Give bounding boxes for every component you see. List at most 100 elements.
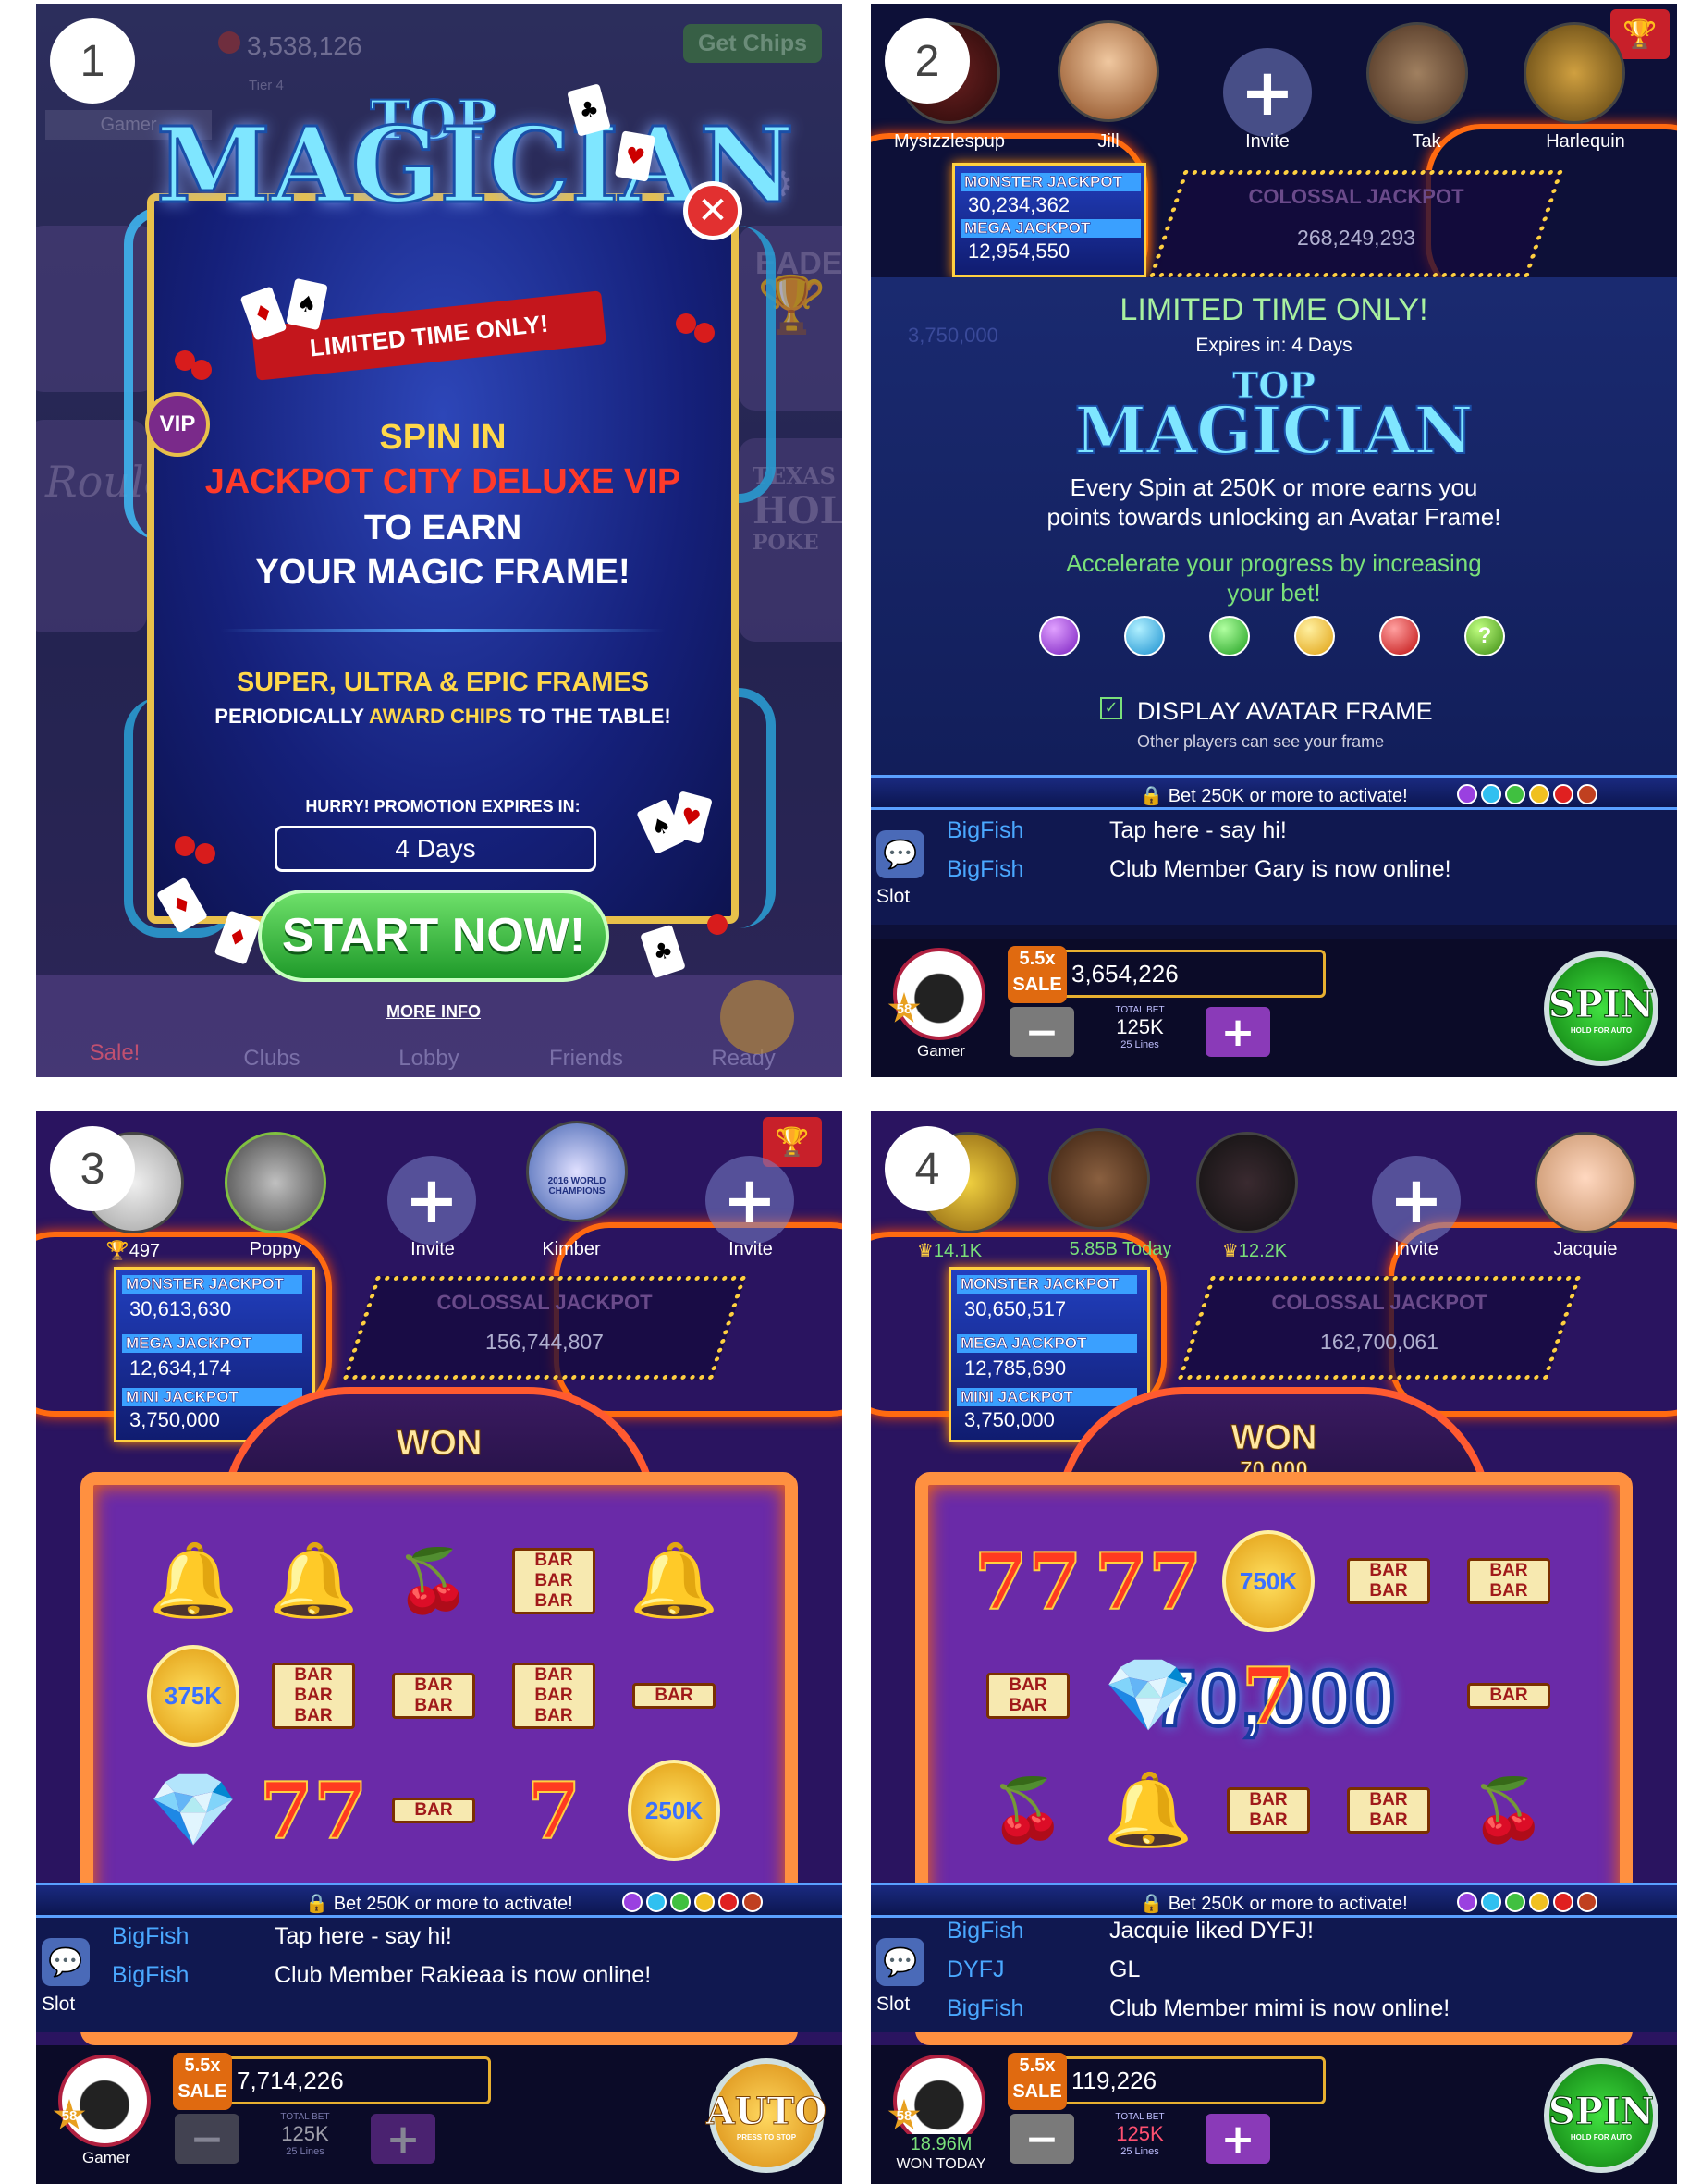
sale-badge[interactable]: 5.5x SALE <box>1008 2053 1067 2110</box>
invite-label[interactable]: Invite <box>1347 1239 1486 1260</box>
activate-bar: 🔒 Bet 250K or more to activate! <box>871 775 1677 810</box>
reel-symbol-text: BAR <box>392 1798 475 1823</box>
sale-badge[interactable]: 5.5x SALE <box>173 2053 232 2110</box>
reel-symbol-text: 7 <box>526 1764 581 1858</box>
gem-icon <box>1505 1892 1525 1912</box>
chat-bubble-icon[interactable]: 💬 <box>42 1938 90 1986</box>
reel-symbol-bar: BAR BAR <box>387 1650 480 1742</box>
reel-symbol-bar: BAR <box>387 1764 480 1857</box>
reel-symbol-text: BAR BAR <box>986 1673 1070 1719</box>
player-avatar[interactable] <box>1524 22 1625 124</box>
reel-symbol-seven: 77 <box>973 1535 1083 1628</box>
close-icon[interactable]: ✕ <box>683 181 742 240</box>
gem-icon <box>1529 1892 1549 1912</box>
player-avatar[interactable] <box>1366 22 1468 124</box>
my-avatar[interactable] <box>58 2055 151 2147</box>
cherry-decoration <box>175 836 195 856</box>
sale-badge[interactable]: 5.5x SALE <box>1008 946 1067 1003</box>
total-bet-value: 125K <box>1116 1015 1164 1038</box>
nav-clubs[interactable]: Clubs <box>193 1046 350 1072</box>
sale-mult: 5.5x <box>184 2055 221 2076</box>
spin-label: SPIN <box>1548 2090 1655 2134</box>
bet-decrease-button[interactable]: − <box>175 2114 239 2164</box>
trophy-count: 497 <box>129 1241 161 1261</box>
invite-plus-icon[interactable]: + <box>705 1156 794 1245</box>
cherry-decoration <box>191 360 212 380</box>
player-avatar[interactable] <box>1196 1132 1298 1233</box>
award-line-c: TO THE TABLE! <box>512 705 671 728</box>
chat-message: GL <box>1109 1957 1141 1982</box>
player-trophies: 🏆497 <box>105 1241 161 1261</box>
nav-friends[interactable]: Friends <box>508 1046 665 1072</box>
accelerate-line-2: your bet! <box>1227 579 1321 607</box>
reel-symbol-text: 77 <box>259 1764 369 1858</box>
display-frame-checkbox[interactable]: ✓ <box>1100 697 1122 719</box>
reel-symbol-text: BAR <box>1467 1683 1550 1709</box>
reel-symbol-bar: BAR BAR BAR <box>508 1650 600 1742</box>
player-avatar[interactable] <box>225 1132 326 1233</box>
bet-increase-button[interactable]: + <box>1206 1007 1270 1057</box>
invite-plus-icon[interactable]: + <box>1223 48 1312 137</box>
total-bet-label: TOTAL BET <box>1115 1005 1165 1015</box>
promo-line-2: JACKPOT CITY DELUXE VIP <box>204 462 681 501</box>
bet-decrease-button[interactable]: − <box>1010 2114 1074 2164</box>
player-today-value: 5.85B Today <box>1069 1239 1172 1259</box>
bottom-control-bar: 58 Gamer 7,714,226 5.5x SALE − TOTAL BET 1… <box>36 2045 842 2184</box>
trophy-icon[interactable]: 🏆 <box>763 1117 822 1167</box>
chat-panel[interactable]: 💬 Slot BigFish Tap here - say hi! BigFis… <box>871 810 1677 925</box>
spin-button[interactable]: SPIN HOLD FOR AUTO <box>1544 2058 1658 2173</box>
chat-panel[interactable]: 💬 Slot BigFish Tap here - say hi! BigFis… <box>36 1918 842 2032</box>
chat-bubble-icon[interactable]: 💬 <box>876 1938 924 1986</box>
panel-3-slot-reels: 3 🏆 + 2016 WORLD CHAMPIONS + 🏆497 Poppy … <box>36 1111 842 2184</box>
reel-symbol-bar: BAR BAR <box>1222 1764 1315 1857</box>
bet-increase-button[interactable]: + <box>1206 2114 1270 2164</box>
chat-message: Tap here - say hi! <box>275 1923 452 1949</box>
chat-panel[interactable]: 💬 Slot BigFish Jacquie liked DYFJ! DYFJ … <box>871 1918 1677 2032</box>
bet-decrease-button[interactable]: − <box>1010 1007 1074 1057</box>
reel-symbol-text: BAR BAR <box>1347 1558 1430 1604</box>
my-avatar[interactable] <box>893 948 985 1040</box>
player-avatar[interactable] <box>1535 1132 1636 1233</box>
invite-plus-icon[interactable]: + <box>1372 1156 1461 1245</box>
player-avatar[interactable] <box>526 1121 628 1222</box>
chat-name: BigFish <box>947 856 1024 882</box>
invite-label[interactable]: Invite <box>363 1239 502 1260</box>
player-name: Jacquie <box>1553 1239 1618 1259</box>
nav-sale[interactable]: Sale! <box>36 1040 193 1066</box>
total-bet-value: 125K <box>1116 2122 1164 2145</box>
cherry-decoration <box>195 843 215 864</box>
more-info-link[interactable]: MORE INFO <box>341 1002 526 1022</box>
bet-increase-button[interactable]: + <box>371 2114 435 2164</box>
invite-label[interactable]: Invite <box>681 1239 820 1260</box>
chip-balance: 3,654,226 <box>1045 950 1326 998</box>
my-avatar[interactable] <box>893 2055 985 2147</box>
player-name: Jill <box>1097 131 1120 152</box>
crown-icon: ♛ <box>916 1241 934 1261</box>
colossal-jackpot-value: 268,249,293 <box>1297 226 1415 250</box>
chat-bubble-icon[interactable]: 💬 <box>876 830 924 878</box>
mega-jackpot-label: MEGA JACKPOT <box>957 1334 1137 1353</box>
spin-label: SPIN <box>1548 983 1655 1027</box>
reel-symbol-cherry: 🍒 <box>982 1764 1074 1857</box>
gem-icon <box>1553 1892 1573 1912</box>
reel-symbol-bar: BAR BAR BAR <box>267 1650 360 1742</box>
player-avatar[interactable] <box>1048 1128 1150 1230</box>
nav-lobby[interactable]: Lobby <box>350 1046 508 1072</box>
reel-symbol-text: 750K <box>1222 1530 1315 1632</box>
spin-button[interactable]: SPIN HOLD FOR AUTO <box>1544 951 1658 1066</box>
gem-icon <box>670 1892 691 1912</box>
slot-label: Slot <box>42 1994 76 2015</box>
frames-line: SUPER, ULTRA & EPIC FRAMES <box>236 668 650 697</box>
divider <box>221 629 665 632</box>
logo-magician: MAGICIAN <box>1073 391 1474 470</box>
chat-name: BigFish <box>947 1995 1024 2021</box>
reel-symbol-bar: BAR <box>1463 1650 1555 1742</box>
reel-symbol-coin: 250K <box>628 1760 720 1861</box>
player-name: Poppy <box>249 1239 302 1259</box>
player-avatar[interactable] <box>1058 20 1159 122</box>
reel-symbol-text: BAR BAR <box>1467 1558 1550 1604</box>
invite-plus-icon[interactable]: + <box>387 1156 476 1245</box>
start-now-button[interactable]: START NOW! <box>258 890 609 982</box>
auto-spin-button[interactable]: AUTO PRESS TO STOP <box>705 2058 827 2173</box>
invite-label[interactable]: Invite <box>1198 131 1337 153</box>
